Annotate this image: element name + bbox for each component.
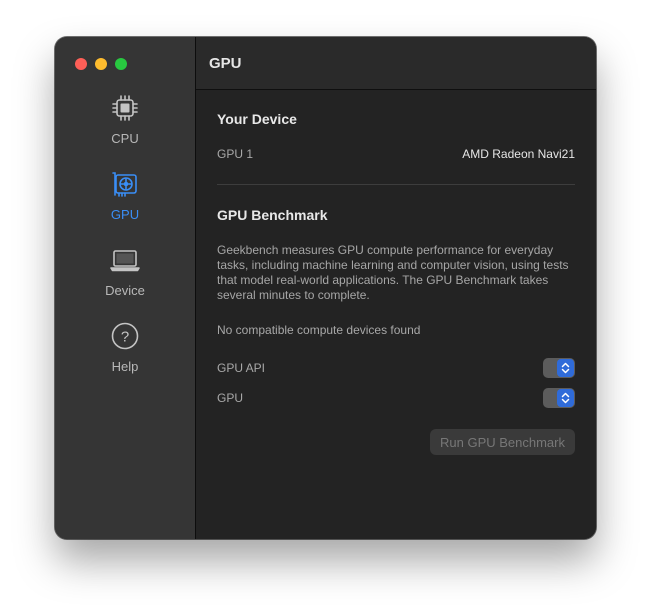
your-device-heading: Your Device — [217, 111, 297, 127]
run-gpu-benchmark-button[interactable]: Run GPU Benchmark — [430, 429, 575, 455]
sidebar-item-device[interactable]: Device — [55, 243, 195, 319]
gpu-api-label: GPU API — [217, 361, 266, 375]
app-window: CPU GPU Device ? Help GPU Your Device GP… — [55, 37, 596, 539]
page-title: GPU — [209, 54, 242, 72]
minimize-window-button[interactable] — [95, 58, 107, 70]
zoom-window-button[interactable] — [115, 58, 127, 70]
gpu-value: AMD Radeon Navi21 — [462, 147, 575, 161]
gpu-select-row: GPU — [217, 388, 575, 408]
chevron-updown-icon — [557, 359, 574, 377]
svg-text:?: ? — [121, 329, 129, 346]
status-message: No compatible compute devices found — [217, 323, 421, 337]
help-icon: ? — [108, 319, 142, 353]
gpu-card-icon — [108, 167, 142, 201]
laptop-icon — [108, 243, 142, 277]
gpu-label: GPU 1 — [217, 147, 254, 161]
gpu-select-label: GPU — [217, 391, 244, 405]
gpu-api-select[interactable] — [543, 358, 575, 378]
sidebar-item-cpu[interactable]: CPU — [55, 91, 195, 167]
gpu-api-row: GPU API — [217, 358, 575, 378]
sidebar-item-label: GPU — [110, 207, 140, 222]
cpu-chip-icon — [108, 91, 142, 125]
gpu-benchmark-heading: GPU Benchmark — [217, 207, 328, 223]
sidebar-nav: CPU GPU Device ? Help — [55, 91, 195, 395]
gpu-select[interactable] — [543, 388, 575, 408]
sidebar-item-help[interactable]: ? Help — [55, 319, 195, 395]
close-window-button[interactable] — [75, 58, 87, 70]
sidebar: CPU GPU Device ? Help — [55, 37, 196, 539]
sidebar-item-label: CPU — [111, 131, 139, 146]
device-gpu-row: GPU 1 AMD Radeon Navi21 — [217, 147, 575, 161]
sidebar-item-gpu[interactable]: GPU — [55, 167, 195, 243]
sidebar-item-label: Help — [111, 359, 139, 374]
window-controls — [75, 58, 127, 70]
title-bar: GPU — [196, 37, 596, 90]
chevron-updown-icon — [557, 389, 574, 407]
main-panel: GPU Your Device GPU 1 AMD Radeon Navi21 … — [196, 37, 596, 539]
sidebar-item-label: Device — [105, 283, 145, 298]
benchmark-description: Geekbench measures GPU compute performan… — [217, 243, 569, 302]
section-divider — [217, 184, 575, 185]
